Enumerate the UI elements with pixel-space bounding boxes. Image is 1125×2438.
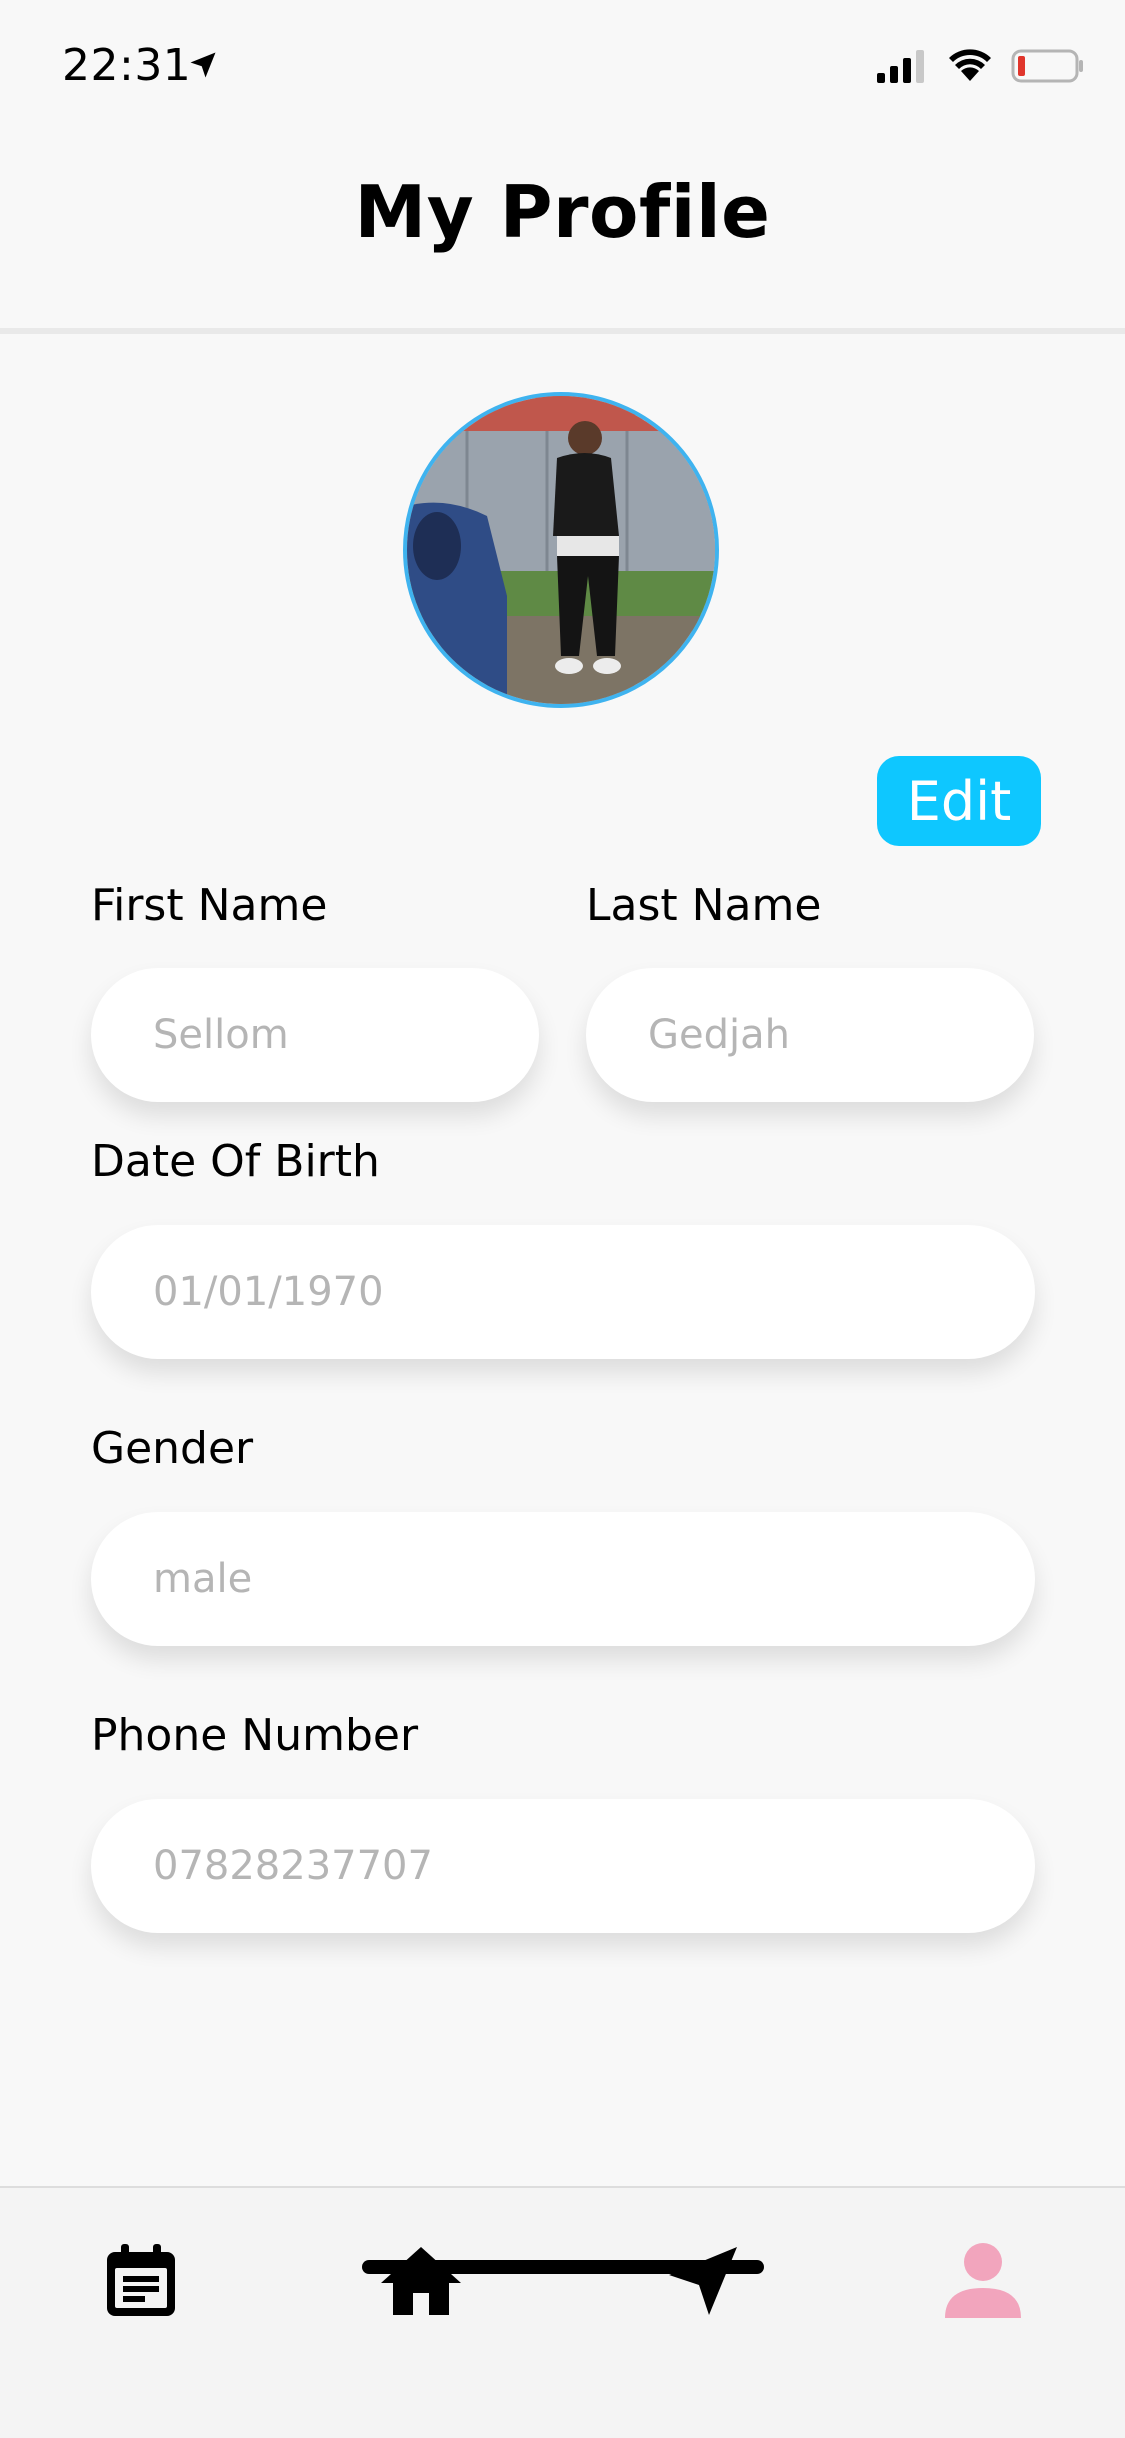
tab-bar	[0, 2186, 1125, 2438]
signal-icon	[877, 49, 929, 87]
phone-field[interactable]	[91, 1799, 1035, 1933]
tab-calendar[interactable]	[86, 2226, 196, 2336]
tab-navigation[interactable]	[648, 2226, 758, 2336]
status-time: 22:31	[62, 40, 192, 91]
last-name-input[interactable]	[646, 1011, 1034, 1059]
gender-input[interactable]	[151, 1555, 1035, 1603]
tab-profile[interactable]	[928, 2226, 1038, 2336]
dob-label: Date Of Birth	[91, 1136, 380, 1187]
header: My Profile	[0, 140, 1125, 334]
navigation-icon	[669, 2247, 737, 2315]
first-name-label: First Name	[91, 880, 328, 931]
gender-field[interactable]	[91, 1512, 1035, 1646]
avatar[interactable]	[403, 392, 719, 708]
edit-button[interactable]: Edit	[877, 756, 1041, 846]
person-icon	[945, 2243, 1021, 2318]
profile-photo	[407, 396, 715, 704]
tab-home[interactable]	[366, 2226, 476, 2336]
gender-label: Gender	[91, 1423, 254, 1474]
battery-icon	[1011, 48, 1085, 88]
calendar-icon	[107, 2244, 175, 2316]
first-name-field[interactable]	[91, 968, 539, 1102]
wifi-icon	[947, 49, 993, 87]
first-name-input[interactable]	[151, 1011, 539, 1059]
status-bar: 22:31	[0, 0, 1125, 140]
last-name-label: Last Name	[586, 880, 822, 931]
dob-input[interactable]	[151, 1268, 1035, 1316]
last-name-field[interactable]	[586, 968, 1034, 1102]
dob-field[interactable]	[91, 1225, 1035, 1359]
page-title: My Profile	[354, 170, 771, 254]
phone-label: Phone Number	[91, 1710, 419, 1761]
home-icon	[381, 2247, 461, 2315]
home-indicator[interactable]	[362, 2260, 764, 2274]
phone-input[interactable]	[151, 1842, 1035, 1890]
location-arrow-icon	[188, 50, 218, 84]
